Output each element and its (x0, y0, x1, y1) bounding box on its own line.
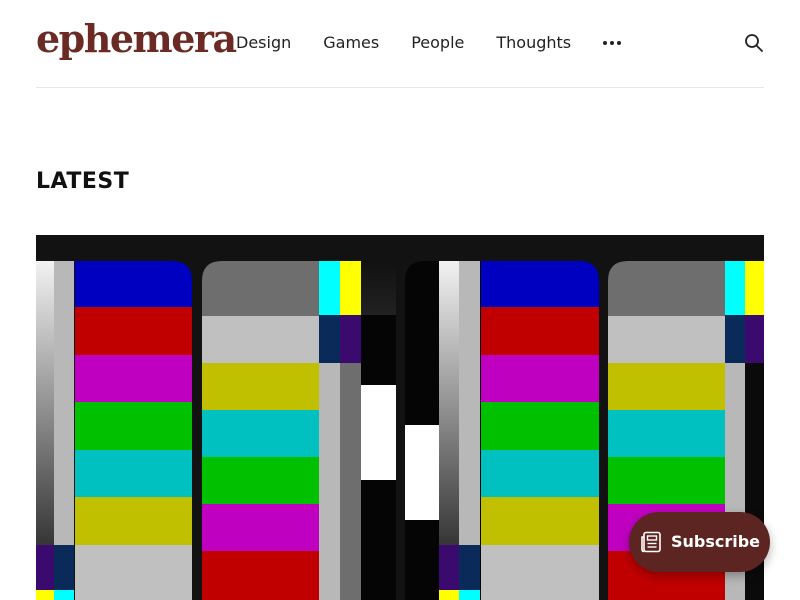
subscribe-label: Subscribe (670, 532, 761, 551)
color-bars-panel-1 (36, 261, 192, 600)
more-menu-button[interactable] (603, 31, 622, 55)
nav-item-thoughts[interactable]: Thoughts (496, 31, 571, 55)
newsletter-icon (641, 531, 661, 553)
color-bars-panel-3 (405, 261, 599, 600)
section-title-latest: LATEST (36, 169, 130, 194)
color-bars-panel-2 (202, 261, 396, 600)
main-nav: Design Games People Thoughts (236, 31, 622, 55)
search-button[interactable] (744, 33, 764, 53)
ellipsis-icon (603, 41, 622, 45)
site-header: ephemera Design Games People Thoughts (36, 0, 764, 88)
site-logo[interactable]: ephemera (36, 14, 237, 64)
nav-item-people[interactable]: People (411, 31, 464, 55)
nav-item-games[interactable]: Games (323, 31, 379, 55)
nav-item-design[interactable]: Design (236, 31, 291, 55)
page: ephemera Design Games People Thoughts LA… (0, 0, 800, 600)
search-icon (745, 34, 763, 52)
subscribe-button[interactable]: Subscribe (629, 512, 770, 572)
